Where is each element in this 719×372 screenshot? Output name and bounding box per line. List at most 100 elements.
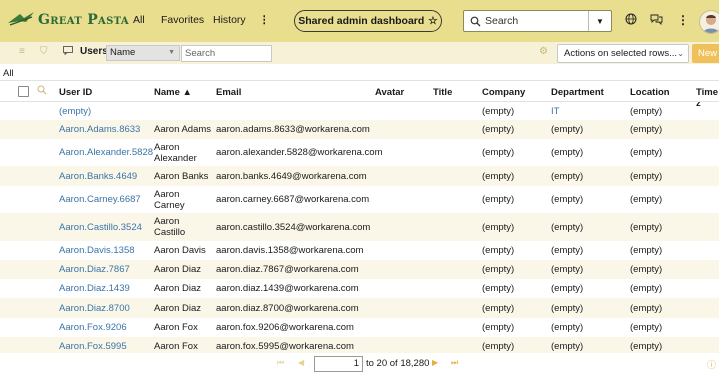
user-id-link[interactable]: Aaron.Alexander.5828 bbox=[59, 147, 153, 158]
more-vertical-icon[interactable]: ⋮ bbox=[677, 13, 689, 27]
user-id-link[interactable]: Aaron.Castillo.3524 bbox=[59, 222, 142, 233]
last-page-icon[interactable]: ⏭ bbox=[451, 358, 458, 368]
new-button[interactable]: New bbox=[692, 44, 719, 63]
user-id-link[interactable]: Aaron.Diaz.8700 bbox=[59, 303, 130, 314]
user-id-link[interactable]: Aaron.Adams.8633 bbox=[59, 124, 140, 135]
breadcrumb[interactable]: All bbox=[3, 68, 14, 79]
location-cell: (empty) bbox=[630, 283, 663, 294]
department-cell[interactable]: IT bbox=[551, 106, 559, 117]
pagination: ⏮ ◀ 1 to 20 of 18,280 ▶ ⏭ ⓘ bbox=[0, 353, 719, 372]
filter-icon[interactable]: ⛉ bbox=[40, 46, 48, 57]
select-all-checkbox[interactable] bbox=[18, 86, 29, 97]
global-search[interactable]: Search ▼ bbox=[463, 10, 612, 32]
nav-all[interactable]: All bbox=[133, 14, 145, 26]
next-page-icon[interactable]: ▶ bbox=[432, 358, 438, 367]
user-id-link[interactable]: Aaron.Davis.1358 bbox=[59, 245, 135, 256]
caret-down-icon: ▼ bbox=[168, 49, 175, 56]
logo[interactable]: Great Pasta bbox=[6, 9, 129, 31]
user-id-link[interactable]: Aaron.Diaz.1439 bbox=[59, 283, 130, 294]
field-select[interactable]: Name ▼ bbox=[106, 45, 180, 61]
field-select-value: Name bbox=[110, 47, 136, 58]
search-scope-dropdown[interactable]: ▼ bbox=[588, 11, 611, 31]
table-row[interactable]: Aaron.Fox.9206 Aaron Fox aaron.fox.9206@wo… bbox=[0, 318, 719, 337]
search-icon bbox=[470, 16, 481, 26]
column-header-location[interactable]: Location bbox=[630, 87, 670, 98]
email-cell: aaron.alexander.5828@workarena.com bbox=[216, 147, 383, 158]
page-input[interactable]: 1 bbox=[314, 356, 363, 372]
actions-label: Actions on selected rows... bbox=[564, 48, 677, 59]
chevron-down-icon: ⌄ bbox=[677, 49, 684, 58]
department-cell: (empty) bbox=[551, 322, 584, 333]
table-row[interactable]: Aaron.Diaz.8700 Aaron Diaz aaron.diaz.8700… bbox=[0, 298, 719, 318]
email-cell: aaron.castillo.3524@workarena.com bbox=[216, 221, 371, 233]
dashboard-pill[interactable]: Shared admin dashboard ☆ bbox=[294, 10, 442, 32]
company-cell: (empty) bbox=[482, 221, 515, 233]
column-header-user-id[interactable]: User ID bbox=[59, 87, 92, 98]
star-icon[interactable]: ☆ bbox=[428, 15, 437, 27]
user-id-link[interactable]: Aaron.Banks.4649 bbox=[59, 171, 137, 182]
department-cell: (empty) bbox=[551, 302, 584, 314]
department-cell: (empty) bbox=[551, 341, 584, 352]
first-page-icon[interactable]: ⏮ bbox=[277, 358, 284, 368]
location-cell: (empty) bbox=[630, 302, 663, 314]
info-icon[interactable]: ⓘ bbox=[707, 358, 716, 371]
column-header-department[interactable]: Department bbox=[551, 87, 604, 98]
column-header-name[interactable]: Name ▲ bbox=[154, 87, 192, 98]
logo-text: Great Pasta bbox=[38, 12, 129, 28]
column-search-icon[interactable] bbox=[37, 85, 47, 98]
table-header: User ID Name ▲ Email Avatar Title Compan… bbox=[0, 82, 719, 109]
company-cell: (empty) bbox=[482, 105, 515, 117]
prev-page-icon[interactable]: ◀ bbox=[298, 358, 304, 367]
avatar[interactable] bbox=[699, 10, 719, 34]
location-cell: (empty) bbox=[630, 124, 663, 135]
table-row[interactable]: Aaron.Carney.6687 Aaron Carney aaron.carne… bbox=[0, 186, 719, 213]
name-cell: Aaron Diaz bbox=[154, 283, 201, 294]
user-id-link[interactable]: Aaron.Carney.6687 bbox=[59, 194, 141, 205]
location-cell: (empty) bbox=[630, 194, 663, 205]
location-cell: (empty) bbox=[630, 221, 663, 233]
table-row[interactable]: Aaron.Adams.8633 Aaron Adams aaron.adams.8… bbox=[0, 120, 719, 139]
company-cell: (empty) bbox=[482, 322, 515, 333]
name-cell: Aaron Castillo bbox=[154, 216, 186, 238]
location-cell: (empty) bbox=[630, 170, 663, 182]
chat-bubble-icon[interactable] bbox=[63, 46, 73, 58]
list-search-input[interactable]: Search bbox=[181, 45, 272, 62]
user-id-link[interactable]: Aaron.Fox.9206 bbox=[59, 322, 127, 333]
name-cell: Aaron Fox bbox=[154, 322, 198, 333]
location-cell: (empty) bbox=[630, 245, 663, 256]
department-cell: (empty) bbox=[551, 124, 584, 135]
column-header-email[interactable]: Email bbox=[216, 87, 241, 98]
company-cell: (empty) bbox=[482, 170, 515, 182]
table-row[interactable]: Aaron.Banks.4649 Aaron Banks aaron.banks.4… bbox=[0, 166, 719, 186]
location-cell: (empty) bbox=[630, 341, 663, 352]
company-cell: (empty) bbox=[482, 283, 515, 294]
nav-favorites[interactable]: Favorites bbox=[161, 14, 204, 26]
table-row[interactable]: Aaron.Diaz.1439 Aaron Diaz aaron.diaz.1439… bbox=[0, 279, 719, 298]
nav-more-icon[interactable]: ⋮ bbox=[259, 14, 270, 26]
table-row[interactable]: Aaron.Davis.1358 Aaron Davis aaron.davis.1… bbox=[0, 241, 719, 260]
user-id-link[interactable]: Aaron.Fox.5995 bbox=[59, 341, 127, 352]
user-id-link[interactable]: (empty) bbox=[59, 106, 91, 117]
company-cell: (empty) bbox=[482, 194, 515, 205]
table-row[interactable]: (empty) (empty) IT (empty) bbox=[0, 102, 719, 120]
department-cell: (empty) bbox=[551, 221, 584, 233]
email-cell: aaron.fox.5995@workarena.com bbox=[216, 341, 354, 352]
user-id-link[interactable]: Aaron.Diaz.7867 bbox=[59, 264, 130, 275]
globe-icon[interactable] bbox=[625, 13, 637, 28]
table-row[interactable]: Aaron.Alexander.5828 Aaron Alexander aaron… bbox=[0, 139, 719, 166]
table-row[interactable]: Aaron.Diaz.7867 Aaron Diaz aaron.diaz.7867… bbox=[0, 260, 719, 279]
nav-history[interactable]: History bbox=[213, 14, 246, 26]
column-header-title[interactable]: Title bbox=[433, 87, 452, 98]
email-cell: aaron.diaz.1439@workarena.com bbox=[216, 283, 359, 294]
column-header-company[interactable]: Company bbox=[482, 87, 525, 98]
company-cell: (empty) bbox=[482, 147, 515, 158]
name-cell: Aaron Davis bbox=[154, 245, 206, 256]
company-cell: (empty) bbox=[482, 264, 515, 275]
actions-select[interactable]: Actions on selected rows... ⌄ bbox=[557, 44, 689, 63]
column-header-avatar[interactable]: Avatar bbox=[375, 87, 404, 98]
location-cell: (empty) bbox=[630, 264, 663, 275]
chat-icon[interactable] bbox=[650, 13, 663, 28]
table-row[interactable]: Aaron.Castillo.3524 Aaron Castillo aaron.c… bbox=[0, 213, 719, 241]
settings-gear-icon[interactable]: ⚙ bbox=[539, 46, 548, 57]
hamburger-icon[interactable]: ≡ bbox=[19, 46, 25, 57]
